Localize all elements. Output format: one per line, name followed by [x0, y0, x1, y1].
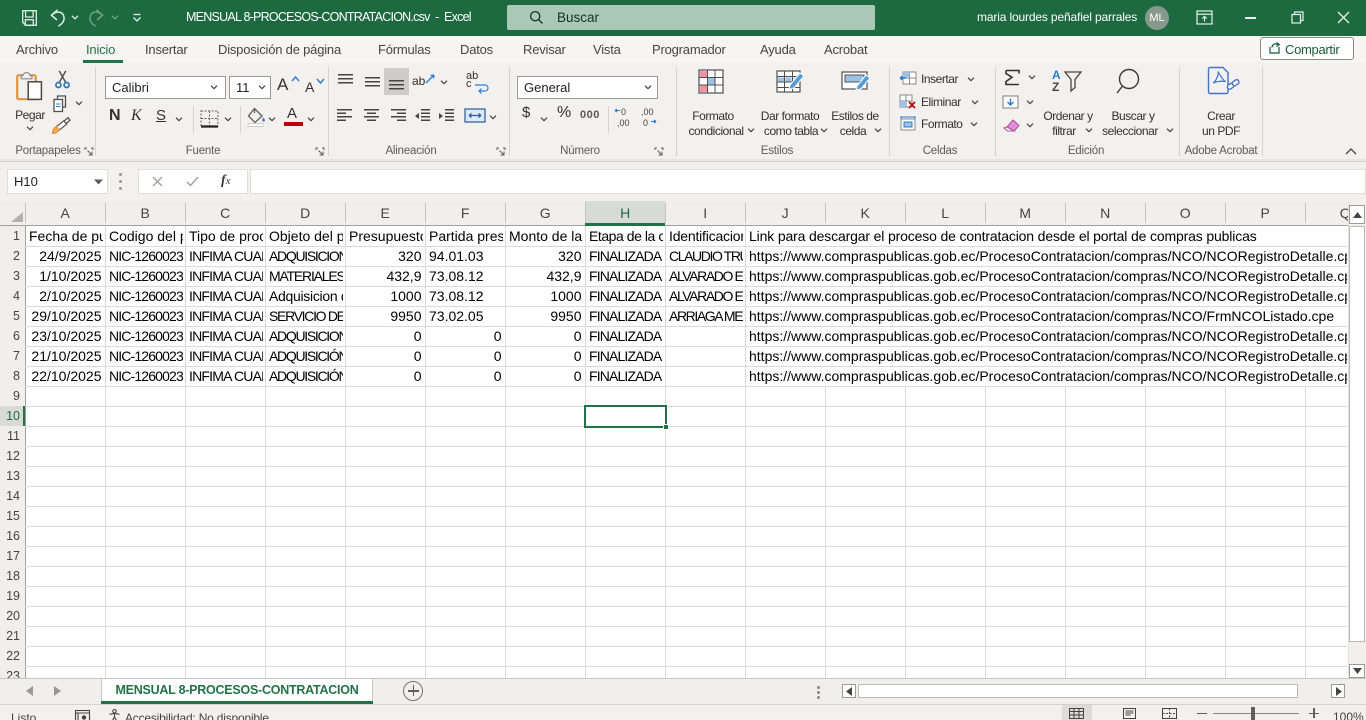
svg-text:0: 0	[643, 118, 648, 128]
svg-text:,00: ,00	[617, 118, 630, 128]
svg-text:,00: ,00	[641, 107, 654, 117]
svg-text:0: 0	[621, 107, 626, 117]
